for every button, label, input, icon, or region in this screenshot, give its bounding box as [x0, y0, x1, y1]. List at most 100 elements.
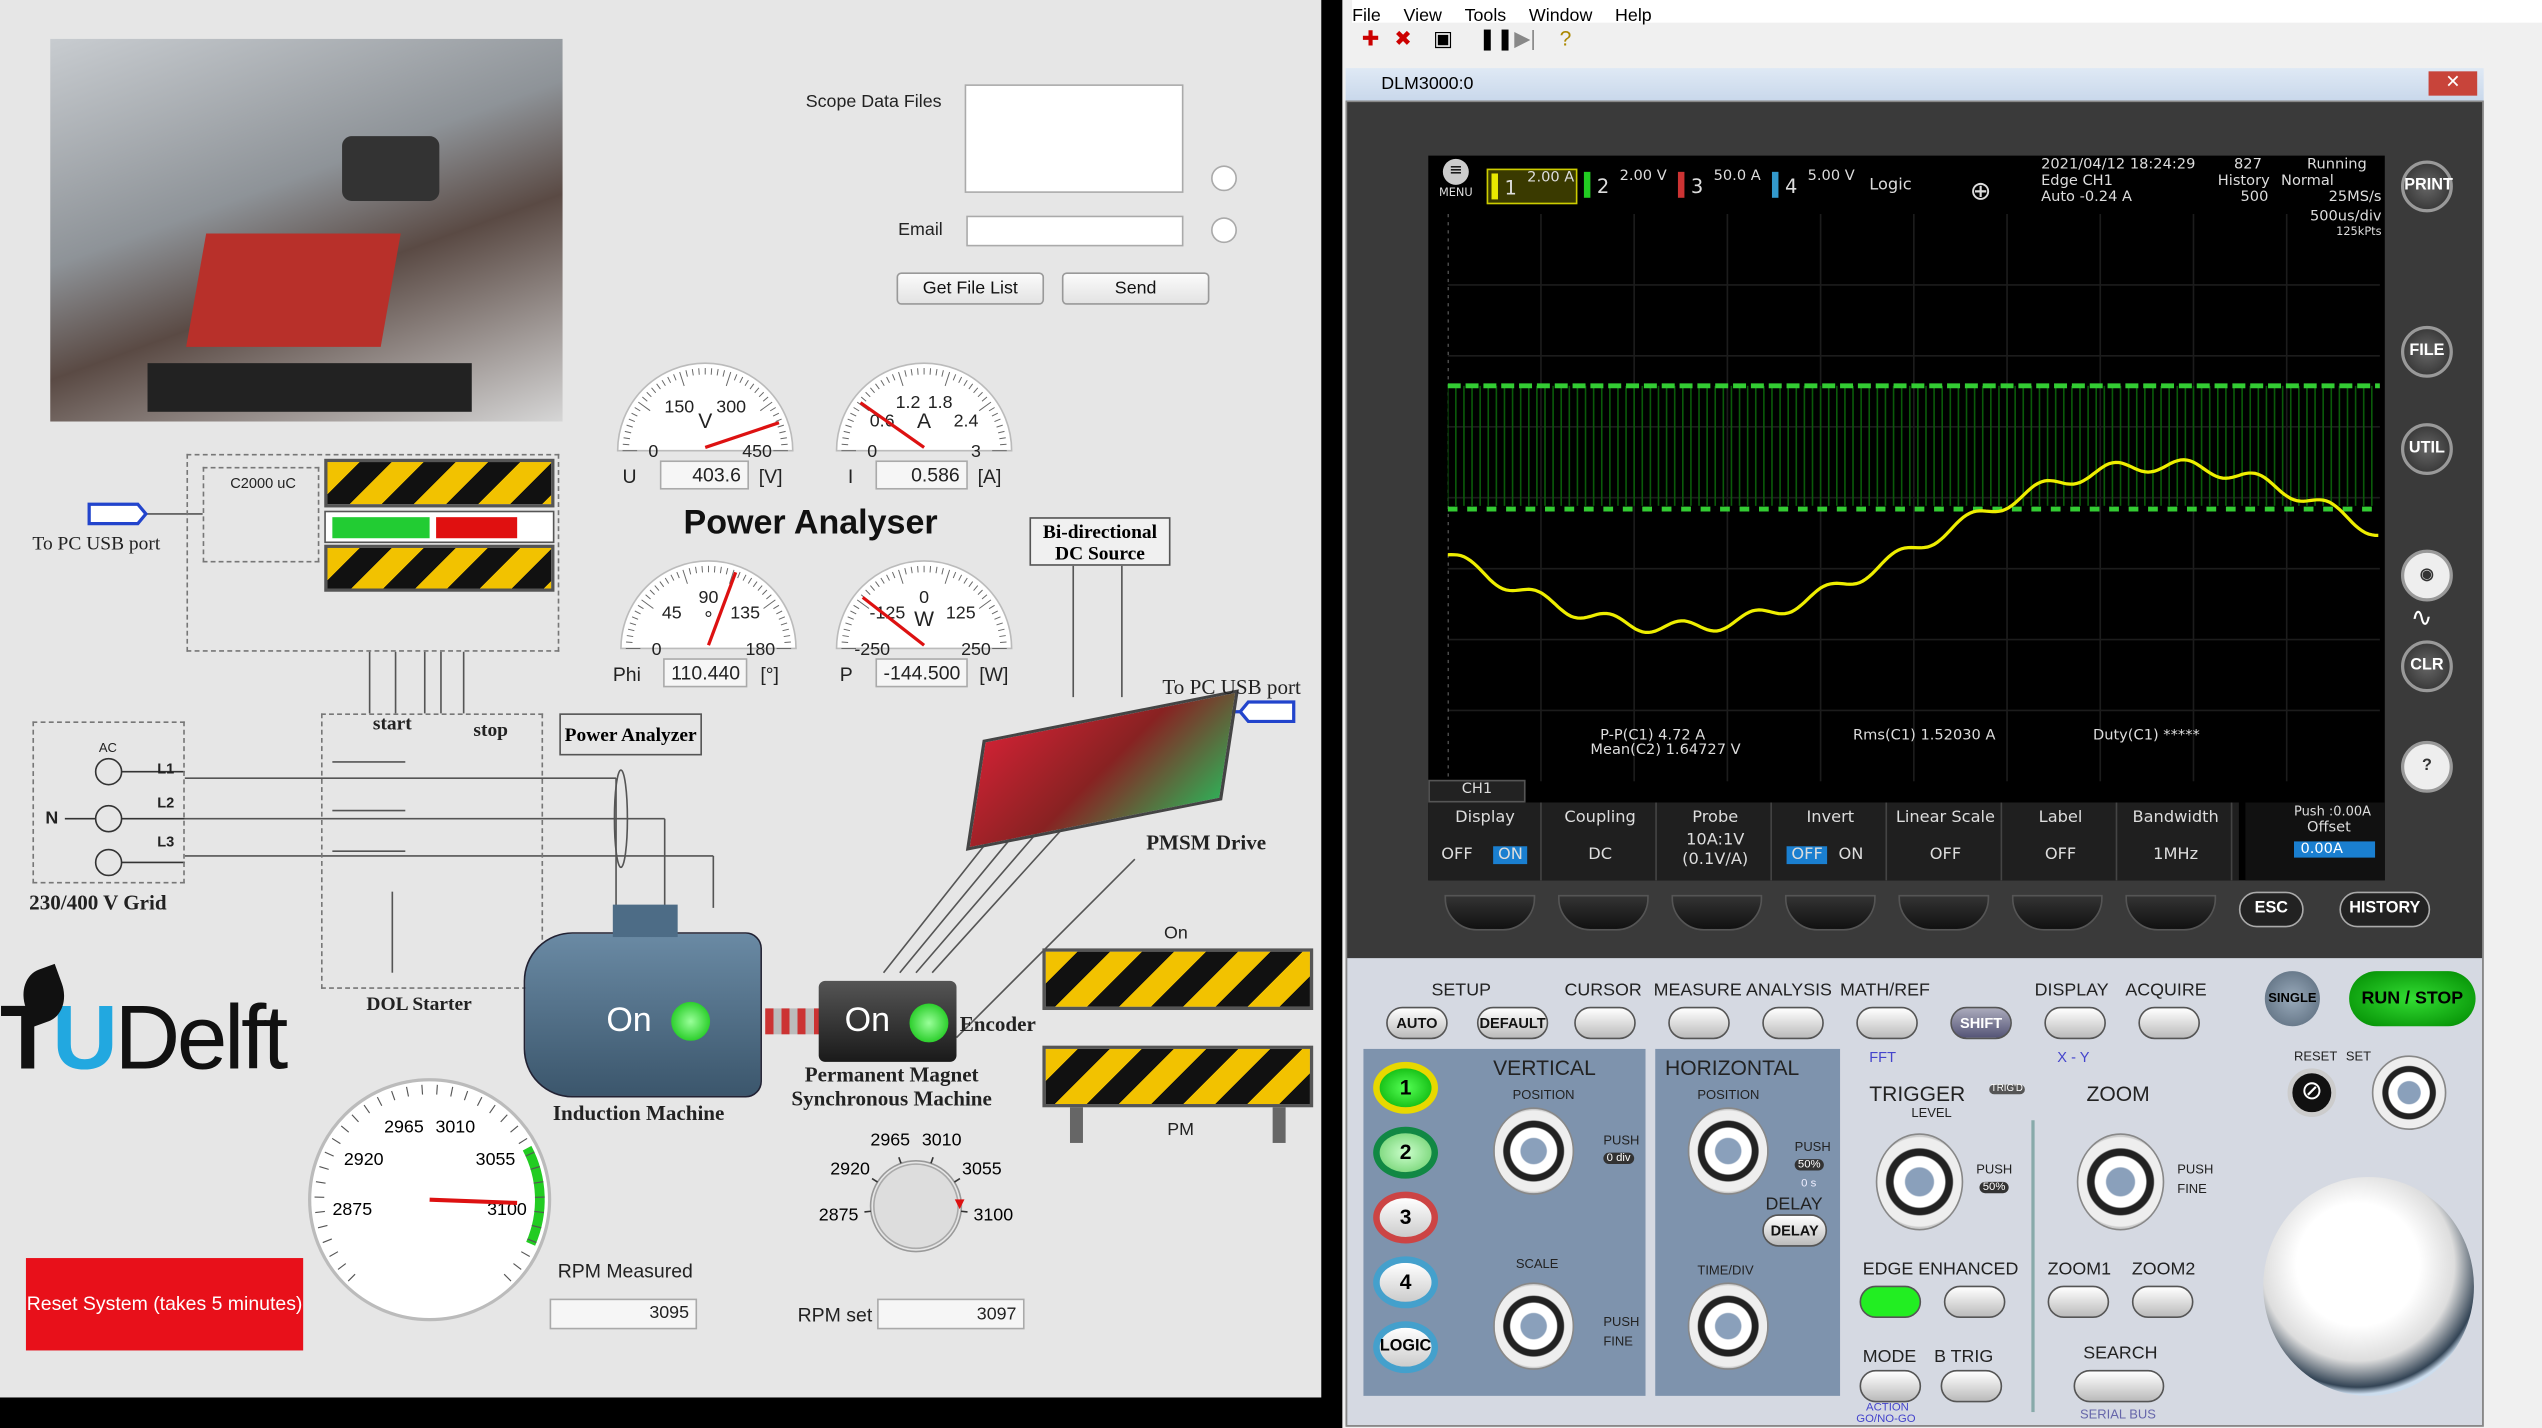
timediv-label: TIME/DIV: [1697, 1262, 1754, 1278]
single-button[interactable]: SINGLE: [2264, 971, 2320, 1027]
search-button[interactable]: [2073, 1369, 2165, 1403]
softmenu-coupling[interactable]: Coupling DC: [1543, 802, 1657, 881]
reset-system-button[interactable]: Reset System (takes 5 minutes): [25, 1258, 304, 1351]
zoom2-button[interactable]: [2131, 1285, 2194, 1319]
zoom-icon[interactable]: ⊕: [1970, 175, 1992, 206]
timediv-knob[interactable]: [1687, 1282, 1769, 1370]
acquire-button[interactable]: [2138, 1006, 2200, 1040]
reset-knob[interactable]: ⊘: [2287, 1068, 2337, 1118]
vertical-scale-knob[interactable]: [1493, 1282, 1575, 1370]
logic-indicator[interactable]: Logic: [1869, 177, 1911, 195]
close-button[interactable]: ✕: [2428, 71, 2478, 96]
channel-4-indicator[interactable]: 4 5.00 V: [1769, 169, 1860, 205]
file-button[interactable]: FILE: [2400, 325, 2453, 378]
menu-window[interactable]: Window: [1529, 6, 1592, 25]
window-icon[interactable]: ▣: [1433, 26, 1453, 52]
softmenu-display[interactable]: Display OFF ON: [1428, 802, 1542, 881]
measure-button[interactable]: [1668, 1006, 1730, 1040]
softkey-2[interactable]: [1557, 894, 1649, 931]
print-button[interactable]: PRINT: [2400, 160, 2453, 213]
softmenu-label[interactable]: Label OFF: [2004, 802, 2118, 881]
channel-2-button[interactable]: 2: [1373, 1126, 1439, 1179]
rpm-tick-label: 2875: [332, 1199, 372, 1219]
rpm-set-input[interactable]: [877, 1298, 1025, 1330]
disconnect-icon[interactable]: ✖: [1394, 26, 1412, 52]
softkey-1[interactable]: [1444, 894, 1536, 931]
channel-3-indicator[interactable]: 3 50.0 A: [1675, 169, 1766, 205]
rpm-tick-label: 3055: [476, 1149, 516, 1169]
channel-logic-button[interactable]: LOGIC: [1373, 1321, 1439, 1374]
default-button[interactable]: DEFAULT: [1476, 1006, 1549, 1040]
knob-body: [873, 1163, 959, 1250]
wave-icon[interactable]: ∿: [2411, 601, 2433, 633]
pause-icon[interactable]: ❚❚: [1479, 26, 1514, 52]
menu-tools[interactable]: Tools: [1465, 6, 1507, 25]
cursor-button[interactable]: [1574, 1006, 1636, 1040]
vertical-position-knob[interactable]: [1493, 1107, 1575, 1195]
connect-icon[interactable]: ✚: [1362, 26, 1380, 52]
help-icon[interactable]: ?: [1560, 26, 1572, 50]
channel-3-button[interactable]: 3: [1373, 1191, 1439, 1244]
menu-button[interactable]: ≡ MENU: [1435, 158, 1477, 201]
zero-s-label: 0 s: [1801, 1178, 1817, 1190]
btrig-button[interactable]: [1940, 1369, 2003, 1403]
push-label: PUSH: [1603, 1133, 1640, 1148]
set-label: SET: [2345, 1048, 2372, 1064]
camera-icon[interactable]: ◉: [2400, 549, 2453, 602]
help-button[interactable]: ?: [2400, 740, 2453, 793]
waveform-display: [1447, 213, 2380, 782]
zoom-knob[interactable]: [2076, 1133, 2165, 1231]
scale-label: SCALE: [1515, 1256, 1559, 1272]
jog-shuttle[interactable]: [2263, 1176, 2474, 1396]
softkey-6[interactable]: [2011, 894, 2103, 931]
history-button[interactable]: HISTORY: [2339, 891, 2431, 928]
softkey-3[interactable]: [1671, 894, 1763, 931]
delay-button[interactable]: DELAY: [1762, 1214, 1828, 1247]
offset-control[interactable]: Push :0.00A Offset 0.00A: [2245, 802, 2385, 881]
softkey-4[interactable]: [1784, 894, 1876, 931]
channel-4-button[interactable]: 4: [1373, 1256, 1439, 1309]
enhanced-button[interactable]: [1943, 1285, 2006, 1319]
set-knob[interactable]: [2371, 1055, 2447, 1130]
mode-button[interactable]: [1859, 1369, 1922, 1403]
channel-2-indicator[interactable]: 2 2.00 V: [1581, 169, 1672, 205]
horizontal-position-knob[interactable]: [1687, 1107, 1769, 1195]
softmenu-linear-scale[interactable]: Linear Scale OFF: [1889, 802, 2003, 881]
channel-1-indicator[interactable]: 1 2.00 A: [1486, 168, 1578, 205]
analysis-label: ANALYSIS: [1746, 980, 1832, 1001]
rpm-set-knob[interactable]: 2875 29202965 30103055 3100: [794, 1119, 1037, 1297]
display-button[interactable]: [2044, 1006, 2106, 1040]
brake-state-label: On: [1164, 924, 1188, 944]
zoom1-button[interactable]: [2047, 1285, 2110, 1319]
auto-button[interactable]: AUTO: [1386, 1006, 1448, 1040]
zero-div-label: 0 div: [1603, 1152, 1634, 1165]
clr-button[interactable]: CLR: [2400, 640, 2453, 693]
shift-button[interactable]: SHIFT: [1950, 1006, 2012, 1040]
mathref-button[interactable]: [1856, 1006, 1918, 1040]
edge-button[interactable]: [1859, 1285, 1922, 1319]
menu-help[interactable]: Help: [1615, 6, 1652, 25]
esc-button[interactable]: ESC: [2238, 891, 2304, 928]
knob-tick: [898, 1156, 902, 1164]
pmsm-led: [909, 1003, 949, 1043]
softmenu-invert[interactable]: Invert OFF ON: [1774, 802, 1888, 881]
ch1-tab[interactable]: CH1: [1428, 779, 1526, 803]
wiring-diagram: [64, 502, 1296, 1039]
trigger-level-knob[interactable]: [1875, 1133, 1964, 1231]
induction-machine-label: Induction Machine: [552, 1100, 725, 1126]
softkey-7[interactable]: [2125, 894, 2217, 931]
usb-port-label-left: To PC USB port: [32, 531, 161, 555]
util-button[interactable]: UTIL: [2400, 423, 2453, 476]
softmenu-bandwidth[interactable]: Bandwidth 1MHz: [2119, 802, 2233, 881]
control-panel: Scope Data Files Email Get File List Sen…: [0, 0, 1322, 1398]
menu-file[interactable]: File: [1352, 6, 1381, 25]
softmenu-probe[interactable]: Probe 10A:1V (0.1V/A): [1658, 802, 1772, 881]
gonogo-label: GO/NO-GO: [1856, 1413, 1916, 1426]
induction-machine-led: [671, 1001, 711, 1041]
step-icon[interactable]: ▶|: [1514, 26, 1536, 52]
softkey-5[interactable]: [1898, 894, 1990, 931]
menu-view[interactable]: View: [1404, 6, 1442, 25]
channel-1-button[interactable]: 1: [1373, 1061, 1439, 1114]
run-stop-button[interactable]: RUN / STOP: [2349, 971, 2476, 1027]
analysis-button[interactable]: [1762, 1006, 1824, 1040]
